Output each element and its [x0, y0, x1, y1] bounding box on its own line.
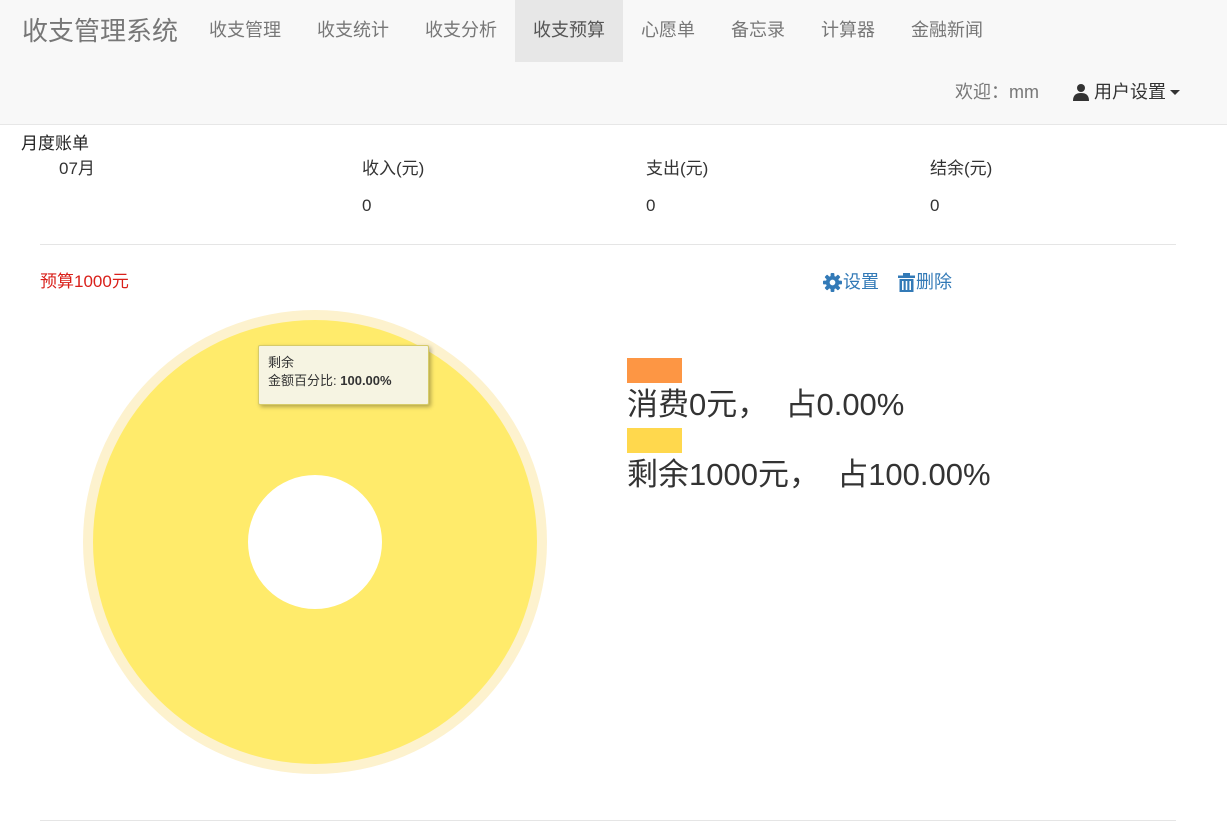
trash-icon	[898, 272, 915, 292]
income-value: 0	[362, 196, 372, 215]
delete-link[interactable]: 删除	[898, 269, 952, 295]
balance-value: 0	[930, 196, 940, 215]
nav-item-statistics[interactable]: 收支统计	[299, 0, 407, 62]
user-settings-dropdown[interactable]: 用户设置	[1072, 78, 1180, 106]
nav-menu: 收支管理 收支统计 收支分析 收支预算 心愿单 备忘录 计算器 金融新闻	[191, 0, 1001, 62]
legend-text-remaining: 剩余1000元， 占100.00%	[627, 457, 991, 492]
user-settings-label: 用户设置	[1094, 82, 1166, 102]
user-icon	[1073, 84, 1089, 101]
nav-item-memo[interactable]: 备忘录	[713, 0, 803, 62]
welcome-text: 欢迎：mm	[955, 82, 1039, 102]
gear-icon	[823, 272, 842, 292]
expense-value: 0	[646, 196, 656, 215]
nav-item-income-expense-management[interactable]: 收支管理	[191, 0, 299, 62]
budget-title: 预算1000元	[40, 272, 129, 291]
chart-tooltip: 剩余 金额百分比: 100.00%	[258, 345, 429, 405]
nav-item-calculator[interactable]: 计算器	[803, 0, 893, 62]
divider-bottom	[40, 820, 1176, 821]
app-brand[interactable]: 收支管理系统	[22, 14, 178, 48]
chart-center-hole	[248, 475, 382, 609]
bill-month: 07月	[59, 159, 95, 178]
income-header: 收入(元)	[362, 159, 425, 178]
delete-label: 删除	[916, 272, 952, 292]
legend-swatch-remaining	[627, 428, 682, 453]
caret-down-icon	[1170, 89, 1180, 95]
legend-text-consumed: 消费0元， 占0.00%	[627, 387, 905, 422]
tooltip-title: 剩余	[268, 355, 295, 370]
nav-item-wishlist[interactable]: 心愿单	[623, 0, 713, 62]
legend-swatch-consumed	[627, 358, 682, 383]
nav-item-analysis[interactable]: 收支分析	[407, 0, 515, 62]
monthly-bill-heading: 月度账单	[21, 134, 89, 153]
top-navbar: 收支管理系统 收支管理 收支统计 收支分析 收支预算 心愿单 备忘录 计算器 金…	[0, 0, 1227, 125]
settings-label: 设置	[843, 272, 879, 292]
settings-link[interactable]: 设置	[823, 269, 879, 295]
divider-top	[40, 244, 1176, 245]
balance-header: 结余(元)	[930, 159, 993, 178]
nav-item-financial-news[interactable]: 金融新闻	[893, 0, 1001, 62]
expense-header: 支出(元)	[646, 159, 709, 178]
tooltip-label: 金额百分比:	[268, 373, 337, 388]
tooltip-body: 金额百分比: 100.00%	[268, 372, 419, 390]
nav-item-budget[interactable]: 收支预算	[515, 0, 623, 62]
tooltip-value: 100.00%	[340, 373, 392, 388]
